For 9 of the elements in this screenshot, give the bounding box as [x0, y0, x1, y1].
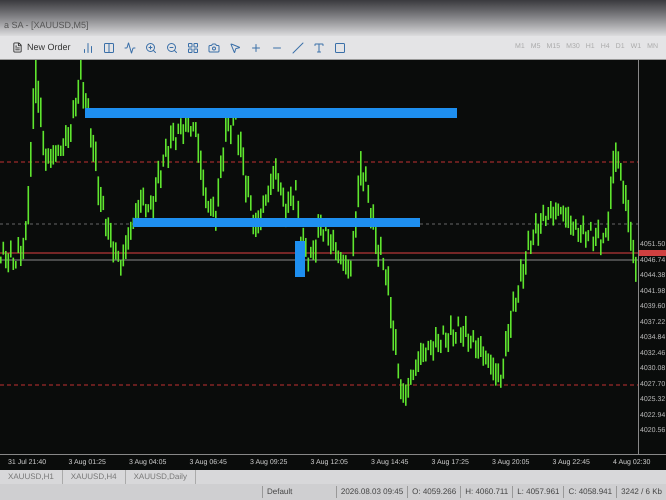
new-order-button[interactable]: New Order	[8, 38, 75, 56]
status-field: C: 4058.941	[563, 486, 616, 498]
status-field: O: 4059.266	[407, 486, 460, 498]
status-field: 3242 / 6 Kb	[616, 486, 666, 498]
status-field: L: 4057.961	[512, 486, 564, 498]
window-title: a SA - [XAUUSD,M5]	[4, 18, 89, 32]
status-field: 2026.08.03 09:45	[336, 486, 408, 498]
status-field: Default	[262, 486, 336, 498]
status-field: H: 4060.711	[460, 486, 512, 498]
